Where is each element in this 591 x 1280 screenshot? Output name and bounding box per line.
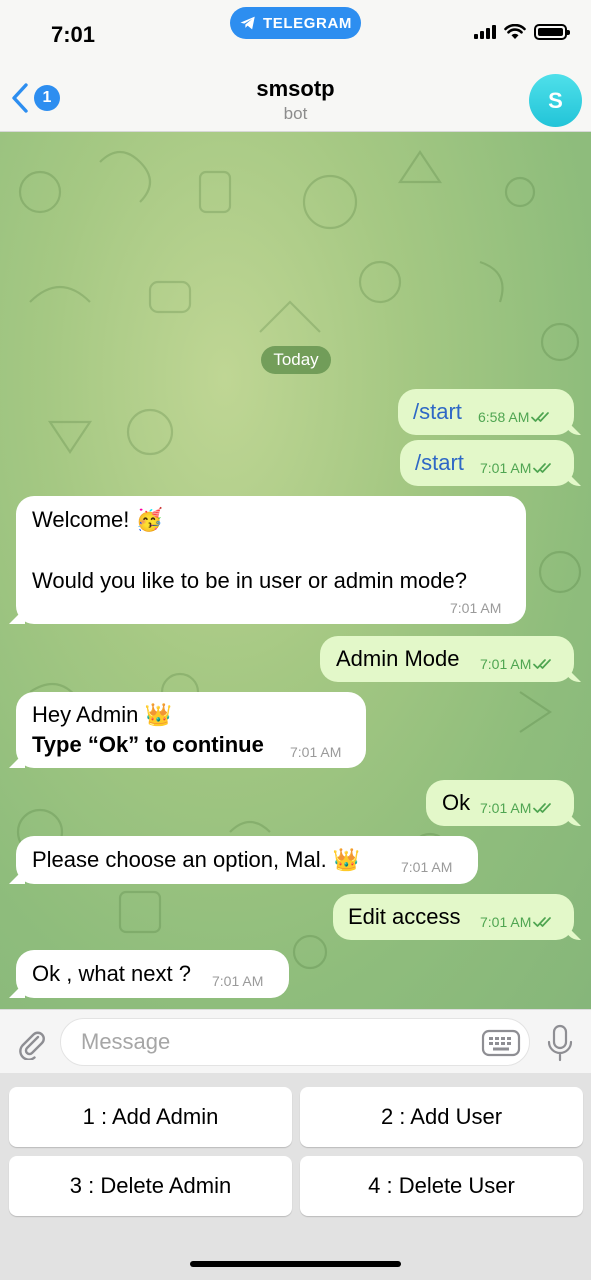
paperclip-icon[interactable] (14, 1026, 48, 1060)
message-time: 7:01 AM (212, 973, 264, 989)
chat-title[interactable]: smsotp (0, 76, 591, 102)
message-text: Ok , what next ? (32, 961, 191, 986)
message-meta: 7:01 AM (290, 744, 341, 760)
chat-header: 1 smsotp bot S (0, 62, 591, 132)
microphone-icon[interactable] (546, 1024, 574, 1062)
bot-reply-keyboard: 1 : Add Admin 2 : Add User 3 : Delete Ad… (0, 1073, 591, 1280)
outgoing-message[interactable]: /start 7:01 AM (400, 440, 574, 486)
message-meta: 7:01 AM (480, 800, 555, 816)
message-time: 7:01 AM (480, 460, 532, 476)
message-time: 7:01 AM (290, 744, 342, 760)
bot-command-link[interactable]: /start (413, 397, 462, 427)
wifi-icon (504, 24, 526, 39)
double-check-icon (533, 917, 552, 927)
message-text-line1: Hey Admin 👑 (32, 702, 172, 727)
double-check-icon (531, 412, 550, 422)
cellular-signal-icon (474, 25, 496, 39)
return-pill-label: TELEGRAM (263, 14, 352, 32)
status-icons (474, 24, 570, 40)
message-text-line1: Welcome! 🥳 (32, 507, 163, 532)
message-time: 7:01 AM (401, 859, 453, 875)
message-text: Admin Mode (336, 646, 460, 671)
outgoing-message[interactable]: Edit access 7:01 AM (333, 894, 574, 940)
message-text: Ok (442, 790, 471, 815)
avatar[interactable]: S (529, 74, 582, 127)
incoming-message[interactable]: Please choose an option, Mal. 👑 7:01 AM (16, 836, 478, 884)
message-meta: 7:01 AM (480, 914, 555, 930)
return-to-telegram-pill[interactable]: TELEGRAM (230, 7, 361, 39)
delete-user-button[interactable]: 4 : Delete User (300, 1156, 583, 1216)
status-time: 7:01 (51, 22, 96, 47)
keyboard-icon[interactable] (481, 1028, 521, 1058)
message-meta: 6:58 AM (478, 409, 553, 425)
battery-icon (534, 24, 570, 40)
message-composer (0, 1009, 591, 1073)
outgoing-message[interactable]: Admin Mode 7:01 AM (320, 636, 574, 682)
home-indicator[interactable] (190, 1261, 401, 1267)
delete-admin-button[interactable]: 3 : Delete Admin (9, 1156, 292, 1216)
outgoing-message[interactable]: Ok 7:01 AM (426, 780, 574, 826)
double-check-icon (533, 803, 552, 813)
add-admin-button[interactable]: 1 : Add Admin (9, 1087, 292, 1147)
message-meta: 7:01 AM (450, 600, 501, 616)
message-meta: 7:01 AM (480, 656, 555, 672)
double-check-icon (533, 659, 552, 669)
message-time: 7:01 AM (450, 600, 502, 616)
message-meta: 7:01 AM (401, 859, 452, 875)
message-input[interactable] (60, 1018, 530, 1066)
outgoing-message[interactable]: /start 6:58 AM (398, 389, 574, 435)
incoming-message[interactable]: Hey Admin 👑 Type “Ok” to continue 7:01 A… (16, 692, 366, 768)
incoming-message[interactable]: Ok , what next ? 7:01 AM (16, 950, 289, 998)
incoming-message[interactable]: Welcome! 🥳 Would you like to be in user … (16, 496, 526, 624)
bot-command-link[interactable]: /start (415, 448, 464, 478)
message-meta: 7:01 AM (480, 460, 555, 476)
message-time: 6:58 AM (478, 409, 530, 425)
message-time: 7:01 AM (480, 656, 532, 672)
message-time: 7:01 AM (480, 800, 532, 816)
message-text-line2: Would you like to be in user or admin mo… (32, 568, 467, 593)
message-meta: 7:01 AM (212, 973, 263, 989)
date-chip: Today (261, 346, 331, 374)
message-text: Edit access (348, 904, 461, 929)
message-text: Please choose an option, Mal. 👑 (32, 847, 361, 872)
message-text-line2: Type “Ok” to continue (32, 732, 264, 757)
double-check-icon (533, 463, 552, 473)
chat-area[interactable]: Today /start 6:58 AM /start 7:01 AM Welc… (0, 132, 591, 1009)
message-time: 7:01 AM (480, 914, 532, 930)
status-bar: 7:01 TELEGRAM (0, 0, 591, 62)
add-user-button[interactable]: 2 : Add User (300, 1087, 583, 1147)
chat-subtitle: bot (283, 104, 308, 123)
paper-plane-icon (240, 16, 255, 30)
